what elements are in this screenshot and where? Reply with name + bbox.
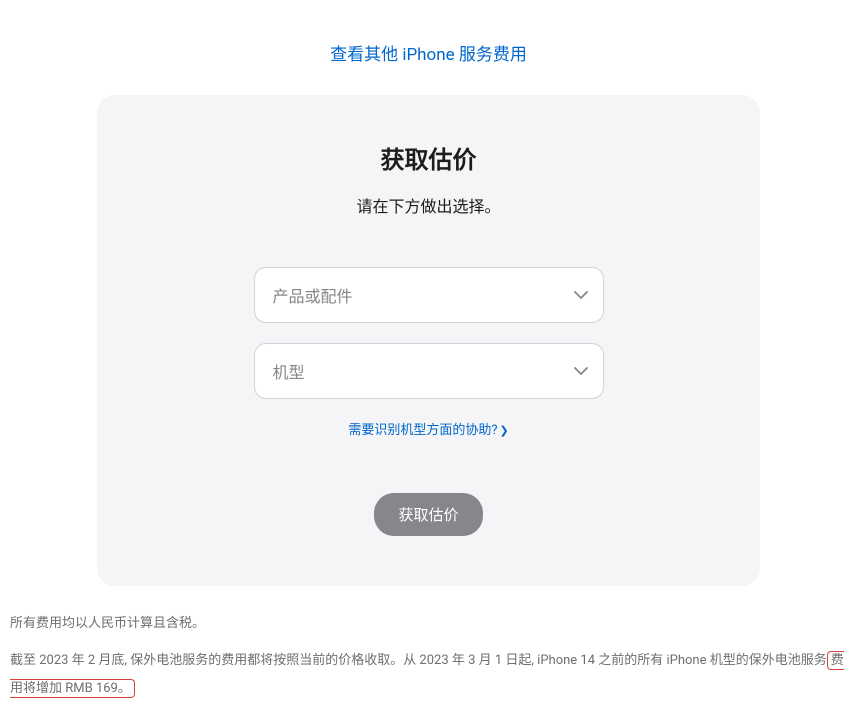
help-link-text: 需要识别机型方面的协助? — [348, 423, 497, 438]
model-select-placeholder: 机型 — [273, 359, 305, 383]
model-select[interactable]: 机型 — [254, 343, 604, 399]
chevron-right-icon: ❯ — [499, 424, 508, 437]
other-services-link[interactable]: 查看其他 iPhone 服务费用 — [330, 45, 527, 65]
footer-line1: 所有费用均以人民币计算且含税。 — [10, 610, 847, 639]
submit-wrapper: 获取估价 — [137, 493, 720, 536]
product-select-wrapper: 产品或配件 — [254, 267, 604, 323]
footer-line2: 截至 2023 年 2 月底, 保外电池服务的费用都将按照当前的价格收取。从 2… — [10, 647, 847, 704]
card-subtitle: 请在下方做出选择。 — [137, 193, 720, 217]
product-select-placeholder: 产品或配件 — [273, 283, 353, 307]
help-link-container: 需要识别机型方面的协助?❯ — [137, 419, 720, 438]
top-link-container: 查看其他 iPhone 服务费用 — [0, 0, 857, 95]
get-estimate-button[interactable]: 获取估价 — [374, 493, 482, 536]
estimate-card: 获取估价 请在下方做出选择。 产品或配件 机型 需要识别机型方面的协助?❯ 获取… — [97, 95, 760, 586]
product-select[interactable]: 产品或配件 — [254, 267, 604, 323]
identify-model-link[interactable]: 需要识别机型方面的协助?❯ — [348, 423, 508, 438]
footer-line2-pre: 截至 2023 年 2 月底, 保外电池服务的费用都将按照当前的价格收取。从 2… — [10, 653, 827, 668]
model-select-wrapper: 机型 — [254, 343, 604, 399]
footer-disclaimer: 所有费用均以人民币计算且含税。 截至 2023 年 2 月底, 保外电池服务的费… — [0, 586, 857, 704]
card-title: 获取估价 — [137, 140, 720, 175]
